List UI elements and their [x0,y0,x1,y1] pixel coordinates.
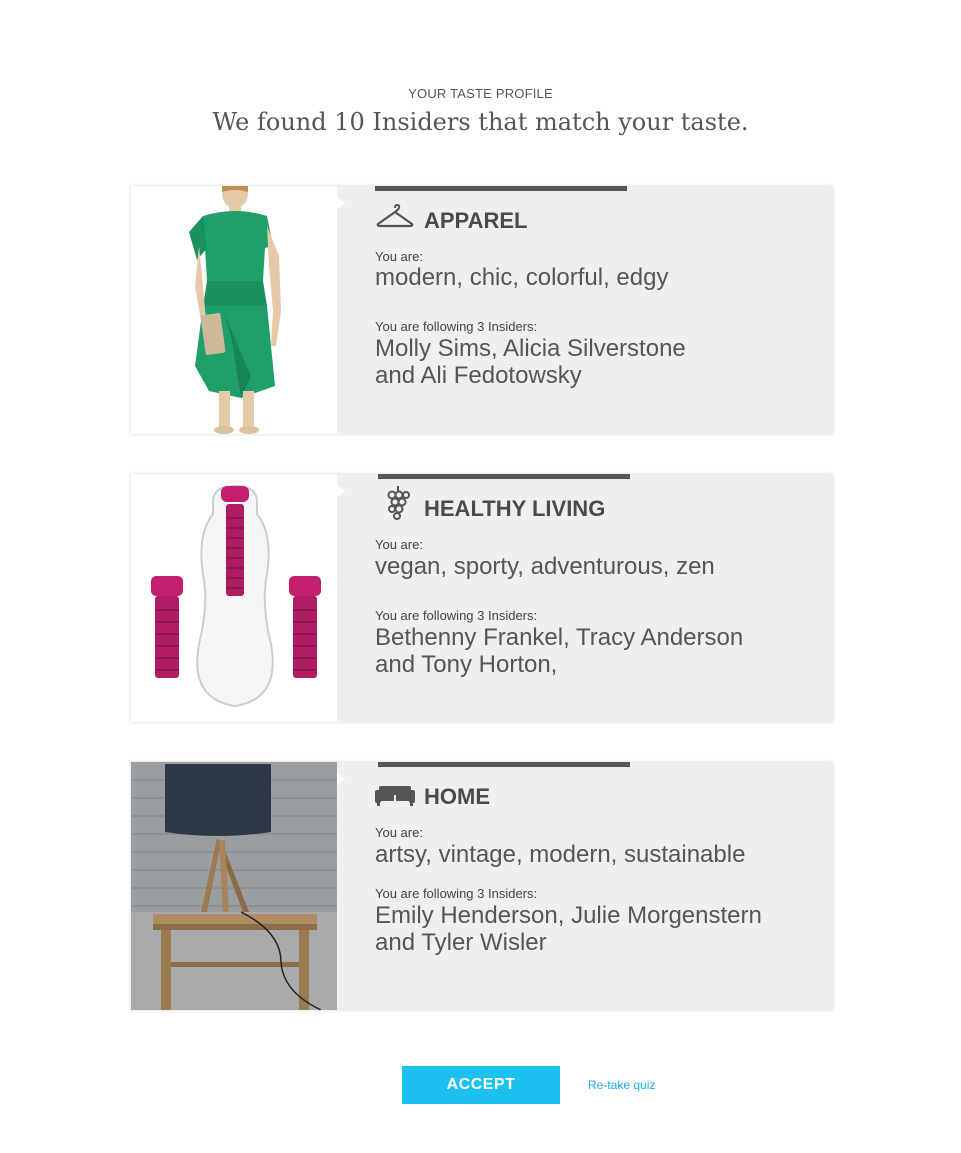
card-top-bar [378,762,630,767]
category-title: HEALTHY LIVING [424,496,606,521]
table-lamp-photo [131,762,337,1010]
category-title: APPAREL [424,208,528,233]
hanger-icon [375,202,415,232]
category-title: HOME [424,784,490,809]
insiders-line-1: Bethenny Frankel, Tracy Anderson [375,624,744,651]
category-card-healthy-living: HEALTHY LIVING You are: vegan, sporty, a… [131,474,833,722]
insiders-line-2: and Tony Horton, [375,651,558,678]
traits-text: artsy, vintage, modern, sustainable [375,841,746,868]
you-are-label: You are: [375,249,423,264]
you-are-label: You are: [375,825,423,840]
card-top-bar [378,474,630,479]
page-title: We found 10 Insiders that match your tas… [212,108,749,136]
grapes-icon [381,484,421,520]
water-bottle-photo [131,474,337,722]
category-card-apparel: APPAREL You are: modern, chic, colorful,… [131,186,833,434]
following-label: You are following 3 Insiders: [375,608,538,623]
you-are-label: You are: [375,537,423,552]
retake-quiz-link[interactable]: Re-take quiz [588,1078,655,1092]
following-label: You are following 3 Insiders: [375,886,538,901]
following-label: You are following 3 Insiders: [375,319,538,334]
insiders-line-2: and Tyler Wisler [375,929,547,956]
insiders-line-2: and Ali Fedotowsky [375,362,582,389]
green-dress-photo [131,186,337,434]
insiders-line-1: Molly Sims, Alicia Silverstone [375,335,686,362]
sofa-icon [375,784,415,814]
taste-profile-eyebrow: YOUR TASTE PROFILE [408,86,553,101]
traits-text: modern, chic, colorful, edgy [375,264,669,291]
insiders-line-1: Emily Henderson, Julie Morgenstern [375,902,762,929]
traits-text: vegan, sporty, adventurous, zen [375,553,715,580]
category-card-home: HOME You are: artsy, vintage, modern, su… [131,762,833,1010]
card-top-bar [375,186,627,191]
accept-button[interactable]: ACCEPT [402,1066,560,1104]
